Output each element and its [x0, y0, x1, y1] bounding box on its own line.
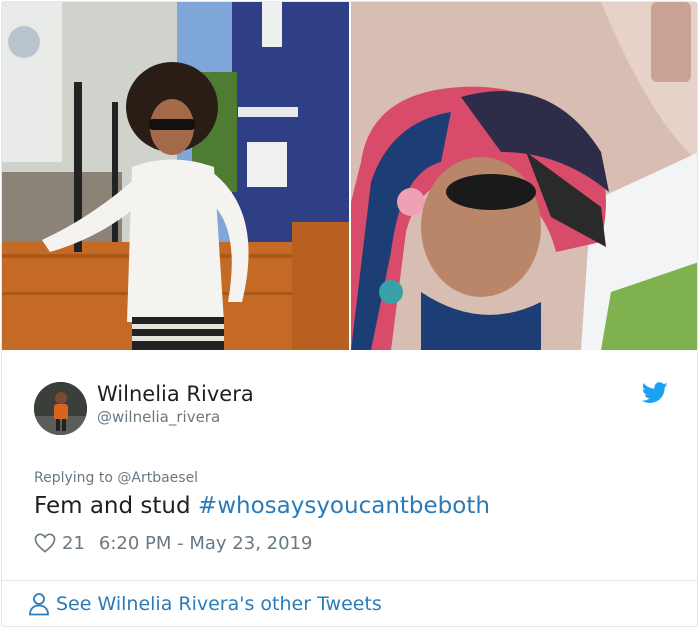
avatar-image	[34, 382, 87, 435]
user-icon	[29, 593, 49, 616]
see-other-tweets-link[interactable]: See Wilnelia Rivera's other Tweets	[28, 592, 382, 616]
photo-right[interactable]	[351, 2, 697, 350]
tweet-header: Wilnelia Rivera @wilnelia_rivera	[34, 380, 674, 440]
hashtag-link[interactable]: #whosaysyoucantbeboth	[198, 493, 490, 519]
timestamp[interactable]: 6:20 PM - May 23, 2019	[99, 533, 313, 554]
tweet-text: Fem and stud #whosaysyoucantbeboth	[34, 493, 490, 519]
heart-icon[interactable]	[34, 533, 56, 553]
see-other-tweets-label[interactable]: See Wilnelia Rivera's other Tweets	[56, 593, 382, 615]
twitter-bird-icon[interactable]	[642, 382, 668, 404]
divider	[2, 580, 697, 581]
author-handle[interactable]: @wilnelia_rivera	[97, 408, 220, 426]
photo-selfie-in-car	[351, 2, 697, 350]
author-name[interactable]: Wilnelia Rivera	[97, 382, 254, 406]
avatar[interactable]	[34, 382, 87, 435]
photo-left[interactable]	[2, 2, 349, 350]
like-count[interactable]: 21	[62, 533, 85, 554]
tweet-media	[2, 2, 697, 350]
photo-woman-outdoors	[2, 2, 349, 350]
tweet-body: Fem and stud	[34, 493, 191, 519]
tweet-meta: 21 6:20 PM - May 23, 2019	[34, 530, 312, 556]
replying-to[interactable]: Replying to @Artbaesel	[34, 470, 198, 486]
embedded-tweet-card: Wilnelia Rivera @wilnelia_rivera Replyin…	[1, 1, 698, 627]
